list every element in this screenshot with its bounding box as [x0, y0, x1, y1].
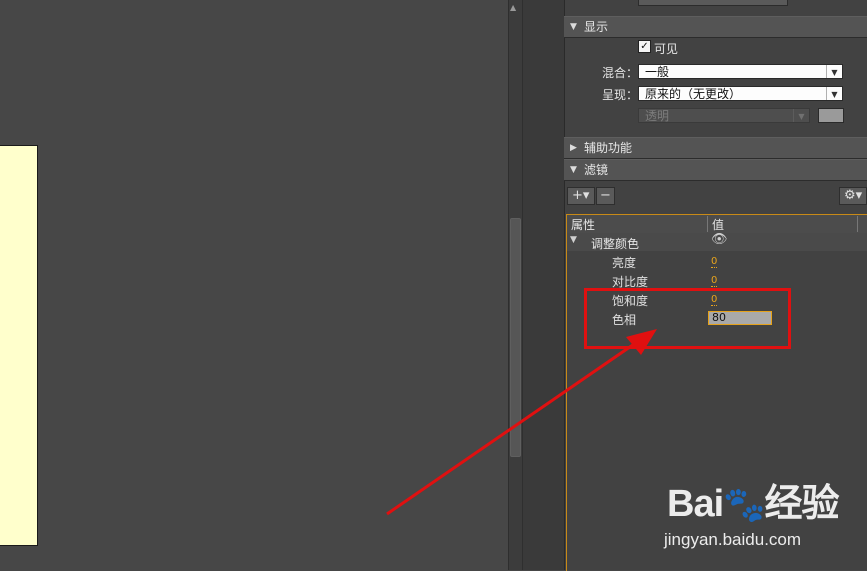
watermark-url: jingyan.baidu.com: [664, 530, 802, 549]
baidu-jingyan-watermark-logo: Bai🐾经验: [667, 483, 839, 525]
